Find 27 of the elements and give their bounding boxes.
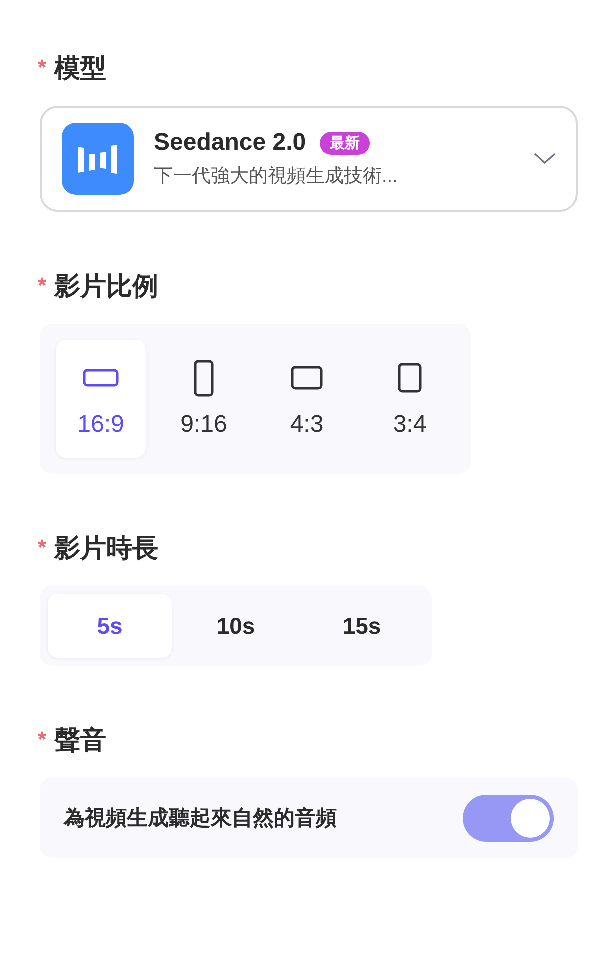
section-title: 模型	[54, 52, 107, 85]
rectangle-icon	[398, 363, 422, 393]
required-mark: *	[38, 537, 47, 559]
required-mark: *	[38, 57, 47, 79]
section-title: 影片比例	[54, 270, 159, 303]
chevron-down-icon	[534, 153, 556, 165]
section-title: 影片時長	[54, 532, 159, 565]
model-description: 下一代強大的視頻生成技術...	[154, 165, 399, 189]
new-badge: 最新	[320, 132, 370, 154]
sound-toggle[interactable]	[463, 794, 554, 842]
rectangle-icon	[83, 369, 119, 387]
required-mark: *	[38, 275, 47, 297]
duration-option[interactable]: 15s	[300, 594, 424, 658]
required-mark: *	[38, 729, 47, 751]
bar-chart-logo-icon	[62, 123, 134, 195]
model-name: Seedance 2.0	[154, 129, 306, 157]
rectangle-icon	[194, 360, 214, 396]
ratio-option[interactable]: 3:4	[365, 340, 455, 458]
duration-option[interactable]: 10s	[174, 594, 298, 658]
sound-description: 為視頻生成聽起來自然的音頻	[64, 806, 337, 832]
rectangle-icon	[291, 366, 323, 390]
ratio-option[interactable]: 16:9	[56, 340, 146, 458]
ratio-option[interactable]: 4:3	[262, 340, 352, 458]
model-selector[interactable]: Seedance 2.0 最新 下一代強大的視頻生成技術...	[40, 106, 578, 212]
section-title: 聲音	[54, 724, 107, 757]
ratio-option[interactable]: 9:16	[159, 340, 249, 458]
duration-option[interactable]: 5s	[48, 594, 172, 658]
